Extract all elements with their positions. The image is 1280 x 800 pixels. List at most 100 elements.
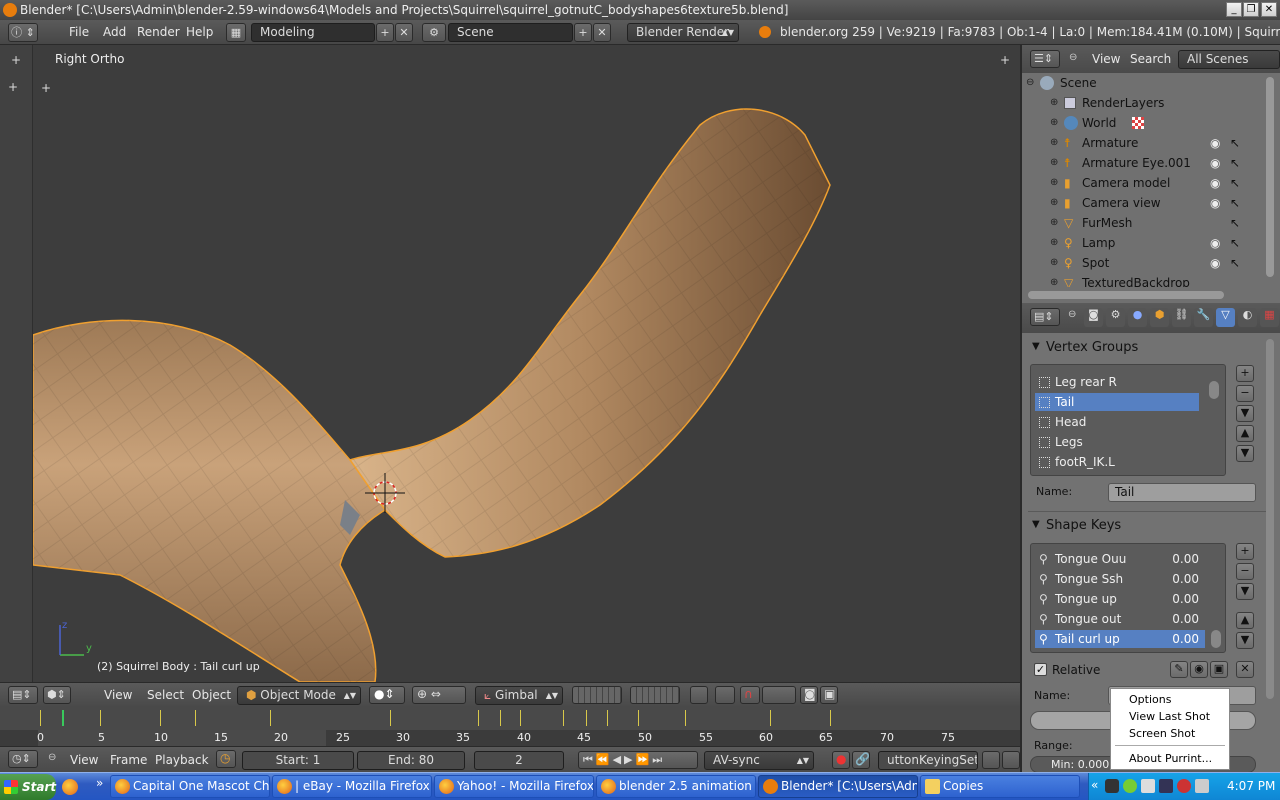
- taskbar-item[interactable]: blender 2.5 animation po...: [596, 775, 756, 798]
- menu-help[interactable]: Help: [186, 25, 213, 39]
- viewport-plus-icon[interactable]: +: [41, 81, 51, 95]
- expand-icon[interactable]: ⊕: [1050, 273, 1058, 287]
- taskbar-item[interactable]: Copies: [920, 775, 1080, 798]
- keying-link-button[interactable]: 🔗: [852, 751, 870, 769]
- list-item[interactable]: Leg rear R: [1035, 373, 1199, 391]
- viewport-mesh-button[interactable]: ⬢⇕: [43, 686, 71, 704]
- vertex-groups-scrollbar[interactable]: [1209, 381, 1219, 399]
- list-item[interactable]: Tail: [1035, 393, 1199, 411]
- proportional-edit-button[interactable]: [715, 686, 735, 704]
- outliner-row-texturedbackdrop[interactable]: ⊕ ▽ TexturedBackdrop: [1022, 273, 1280, 287]
- shading-dropdown[interactable]: ●⇕: [369, 686, 405, 704]
- tool-shelf-plus-icon[interactable]: +: [11, 53, 21, 67]
- taskbar-item[interactable]: Yahoo! - Mozilla Firefox: [434, 775, 594, 798]
- list-item[interactable]: ⚲ Tongue up 0.00: [1035, 590, 1205, 608]
- object-tab-icon[interactable]: ⬢: [1150, 308, 1169, 327]
- ctx-options[interactable]: Options: [1129, 693, 1171, 706]
- shape-keys-title[interactable]: Shape Keys: [1046, 518, 1121, 533]
- scene-remove-button[interactable]: ✕: [593, 23, 611, 42]
- info-editor-type-button[interactable]: ⓘ ⇕: [8, 23, 38, 42]
- outliner-row-furmesh[interactable]: ⊕ ▽ FurMesh ↖: [1022, 213, 1280, 233]
- quicklaunch-more-icon[interactable]: »: [96, 776, 103, 790]
- timeline-editor-type-button[interactable]: ◷⇕: [8, 750, 38, 768]
- properties-vscrollbar[interactable]: [1266, 339, 1274, 699]
- list-item[interactable]: ⚲ Tongue Ssh 0.00: [1035, 570, 1205, 588]
- shape-key-move-down-button[interactable]: ▼: [1236, 632, 1254, 649]
- expand-icon[interactable]: ⊕: [1050, 133, 1058, 153]
- visibility-eye-icon[interactable]: ◉: [1210, 133, 1220, 153]
- list-item[interactable]: ⚲ Tongue Ouu 0.00: [1035, 550, 1205, 568]
- collapse-icon[interactable]: ⊖: [1069, 52, 1077, 63]
- end-frame-field[interactable]: End: 80: [357, 751, 465, 770]
- vertex-group-remove-button[interactable]: −: [1236, 385, 1254, 402]
- list-item[interactable]: footR_IK.L: [1035, 453, 1199, 471]
- vertex-group-name-field[interactable]: Tail: [1108, 483, 1256, 502]
- delete-key-button[interactable]: [1002, 751, 1020, 769]
- shape-key-clear-button[interactable]: ✕: [1236, 661, 1254, 678]
- maximize-button[interactable]: ❐: [1243, 2, 1259, 17]
- shape-keys-list[interactable]: ⚲ Tongue Ouu 0.00 ⚲ Tongue Ssh 0.00 ⚲ Tongue …: [1030, 543, 1226, 653]
- firefox-quicklaunch-icon[interactable]: [62, 779, 78, 795]
- outliner-row-world[interactable]: ⊕ World: [1022, 113, 1280, 133]
- select-arrow-icon[interactable]: ↖: [1230, 253, 1240, 273]
- shape-keys-scrollbar[interactable]: [1211, 630, 1221, 648]
- ctx-screen-shot[interactable]: Screen Shot: [1129, 727, 1195, 740]
- visibility-eye-icon[interactable]: ◉: [1210, 193, 1220, 213]
- tray-monitor-icon[interactable]: [1159, 779, 1173, 793]
- vertex-group-move-up-button[interactable]: ▲: [1236, 425, 1254, 442]
- expand-icon[interactable]: ⊕: [1050, 233, 1058, 253]
- outliner[interactable]: ⊖ Scene ⊕ RenderLayers ⊕ World ⊕ ☨ Armat…: [1022, 73, 1280, 303]
- timeline-keyframes-area[interactable]: [0, 706, 1020, 730]
- timeline-menu-frame[interactable]: Frame: [110, 753, 147, 767]
- shape-key-specials-button[interactable]: ▼: [1236, 583, 1254, 600]
- preview-range-button[interactable]: ◷: [216, 750, 236, 768]
- outliner-row-armature-eye[interactable]: ⊕ ☨ Armature Eye.001 ◉ ↖: [1022, 153, 1280, 173]
- current-frame-marker[interactable]: [62, 710, 64, 726]
- list-item[interactable]: Legs: [1035, 433, 1199, 451]
- current-frame-field[interactable]: 2: [474, 751, 564, 770]
- scene-add-button[interactable]: +: [574, 23, 592, 42]
- snap-element-dropdown[interactable]: [762, 686, 796, 704]
- expand-icon[interactable]: ⊕: [1050, 173, 1058, 193]
- taskbar-item[interactable]: | eBay - Mozilla Firefox: [272, 775, 432, 798]
- modifiers-tab-icon[interactable]: 🔧: [1194, 308, 1213, 327]
- viewport-menu-object[interactable]: Object: [192, 688, 231, 702]
- timeline-menu-playback[interactable]: Playback: [155, 753, 209, 767]
- outliner-row-armature[interactable]: ⊕ ☨ Armature ◉ ↖: [1022, 133, 1280, 153]
- visibility-eye-icon[interactable]: ◉: [1210, 253, 1220, 273]
- relative-checkbox[interactable]: ✓: [1034, 663, 1047, 676]
- layer-lock-button[interactable]: [690, 686, 708, 704]
- select-arrow-icon[interactable]: ↖: [1230, 133, 1240, 153]
- collapse-icon[interactable]: ⊖: [48, 752, 56, 763]
- panel-collapse-icon[interactable]: ▼: [1032, 341, 1040, 352]
- viewport-menu-view[interactable]: View: [104, 688, 132, 702]
- properties-editor-type-button[interactable]: ▤⇕: [1030, 308, 1060, 326]
- expand-icon[interactable]: ⊕: [1050, 253, 1058, 273]
- tray-expand-icon[interactable]: «: [1091, 778, 1098, 792]
- shape-key-remove-button[interactable]: −: [1236, 563, 1254, 580]
- texture-tab-icon[interactable]: ▦: [1260, 308, 1279, 327]
- layout-add-button[interactable]: +: [376, 23, 394, 42]
- render-opengl-button[interactable]: ◙: [800, 686, 818, 704]
- tool-shelf-strip[interactable]: + +: [0, 45, 33, 682]
- tray-clock[interactable]: 4:07 PM: [1227, 779, 1275, 793]
- shape-key-editmode-button[interactable]: ◉: [1190, 661, 1208, 678]
- record-button[interactable]: ●: [832, 751, 850, 769]
- viewport-menu-select[interactable]: Select: [147, 688, 184, 702]
- vertex-groups-title[interactable]: Vertex Groups: [1046, 340, 1138, 355]
- layers-grid-2[interactable]: [630, 686, 680, 704]
- outliner-row-camera-view[interactable]: ⊕ ▮ Camera view ◉ ↖: [1022, 193, 1280, 213]
- expand-icon[interactable]: ⊕: [1050, 153, 1058, 173]
- shape-key-move-up-button[interactable]: ▲: [1236, 612, 1254, 629]
- ctx-about[interactable]: About Purrint...: [1129, 752, 1212, 765]
- outliner-menu-view[interactable]: View: [1092, 52, 1120, 66]
- expand-icon[interactable]: ⊕: [1050, 193, 1058, 213]
- outliner-hscrollbar[interactable]: [1028, 291, 1224, 299]
- viewport-expand-icon[interactable]: +: [1000, 53, 1010, 67]
- viewport-editor-type-button[interactable]: ▤⇕: [8, 686, 38, 704]
- visibility-eye-icon[interactable]: ◉: [1210, 153, 1220, 173]
- outliner-editor-type-button[interactable]: ☰⇕: [1030, 50, 1060, 68]
- ctx-view-last-shot[interactable]: View Last Shot: [1129, 710, 1210, 723]
- layers-grid-1[interactable]: [572, 686, 622, 704]
- timeline[interactable]: 0 5 10 15 20 25 30 35 40 45 50 55 60 65 …: [0, 706, 1020, 746]
